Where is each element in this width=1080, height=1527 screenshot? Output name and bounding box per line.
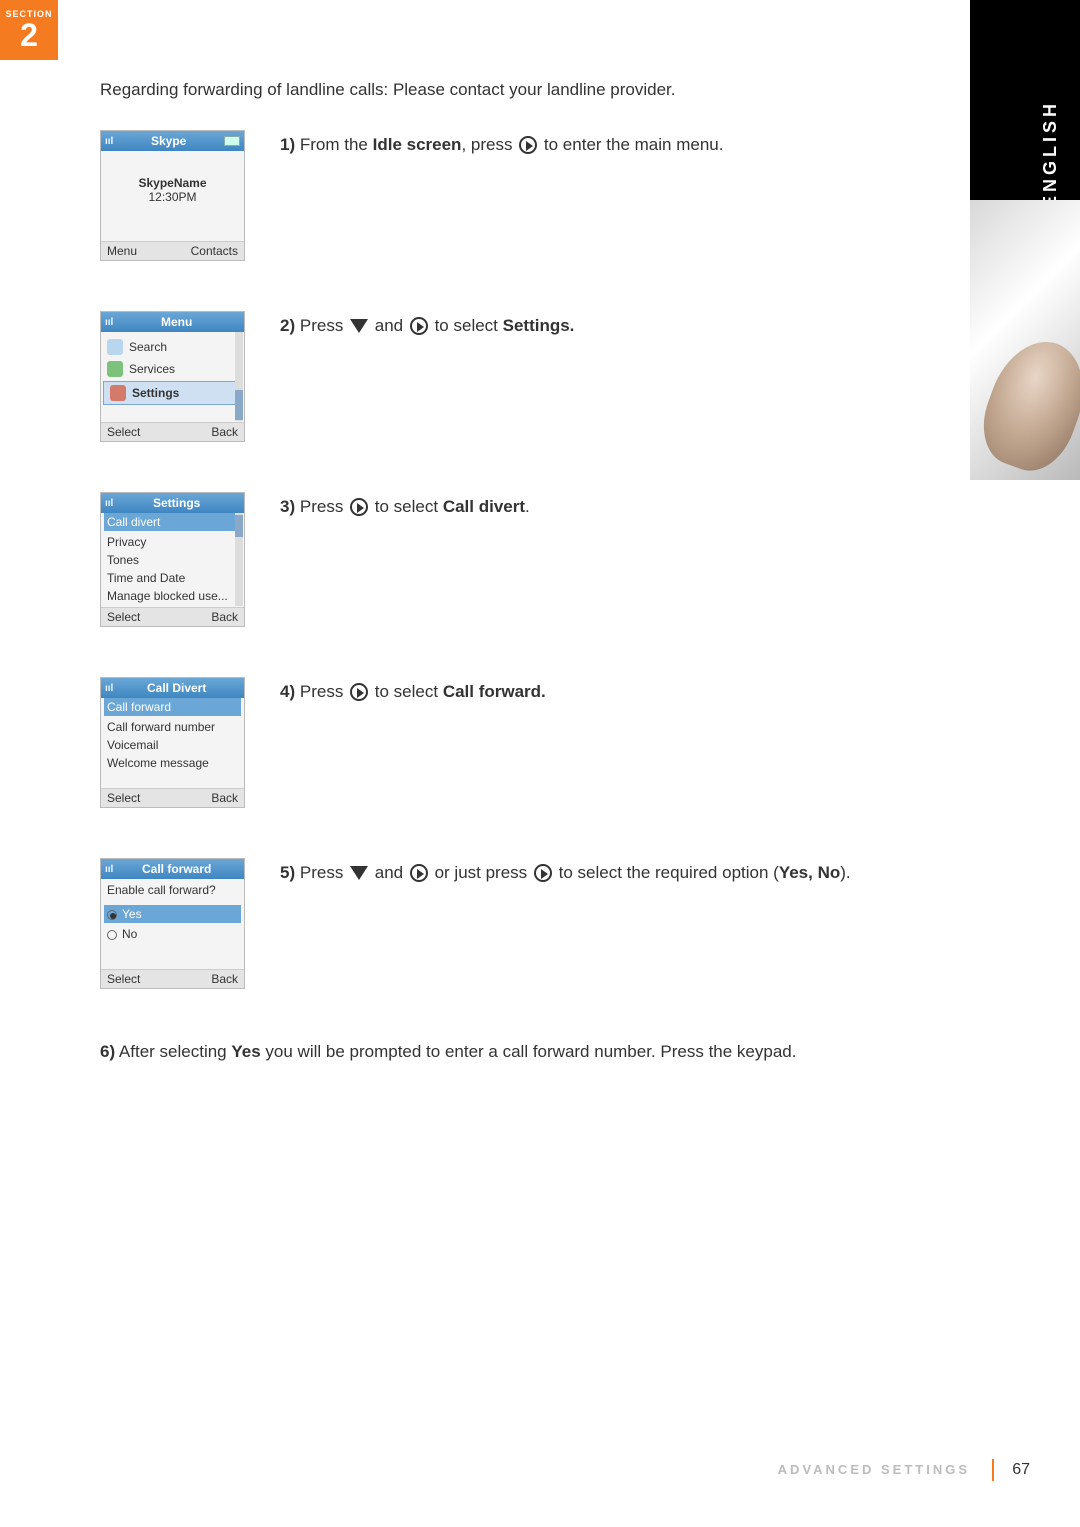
signal-icon: ııl (105, 136, 113, 147)
clock: 12:30PM (101, 190, 244, 204)
step-3-text: 3) Press to select Call divert. (280, 492, 530, 520)
option-selected: Yes (104, 905, 241, 923)
menu-item-selected: Settings (132, 386, 179, 400)
softkey-left: Select (107, 791, 140, 805)
settings-icon (110, 385, 126, 401)
section-tab: SECTION 2 (0, 0, 58, 60)
list-item: Manage blocked use... (107, 587, 238, 605)
lcd-title: Call Divert (113, 681, 240, 695)
list-item: Voicemail (107, 736, 238, 754)
softkey-right: Contacts (191, 244, 238, 258)
step-num: 2) (280, 316, 295, 335)
nav-right-icon (350, 683, 368, 701)
list-item-selected: Call divert (104, 513, 241, 531)
step-4-text: 4) Press to select Call forward. (280, 677, 546, 705)
skype-name: SkypeName (101, 176, 244, 190)
footer-title: ADVANCED SETTINGS (778, 1462, 970, 1477)
signal-icon: ııl (105, 498, 113, 509)
services-icon (107, 361, 123, 377)
signal-icon: ııl (105, 864, 113, 875)
softkey-left: Select (107, 972, 140, 986)
manual-page: SECTION 2 ENGLISH Regarding forwarding o… (0, 0, 1080, 1527)
softkey-right: Back (211, 972, 238, 986)
step-2-text: 2) Press and to select Settings. (280, 311, 574, 339)
softkey-right: Back (211, 425, 238, 439)
list-item: Time and Date (107, 569, 238, 587)
content: Regarding forwarding of landline calls: … (100, 80, 920, 1065)
language-label: ENGLISH (1040, 100, 1061, 208)
lcd-menu: ııl Menu Search Services Settings Select… (100, 311, 245, 442)
step-5-text: 5) Press and or just press to select the… (280, 858, 851, 886)
list-item: Welcome message (107, 754, 238, 772)
lcd-title: Menu (113, 315, 240, 329)
language-tab: ENGLISH (970, 0, 1080, 200)
step-6-text: 6) After selecting Yes you will be promp… (100, 1039, 920, 1065)
step-num: 3) (280, 497, 295, 516)
search-icon (107, 339, 123, 355)
radio-on-icon (107, 910, 117, 920)
step-num: 6) (100, 1042, 115, 1061)
side-photo (970, 200, 1080, 480)
lcd-call-divert: ııl Call Divert Call forward Call forwar… (100, 677, 245, 808)
softkey-left: Menu (107, 244, 137, 258)
lcd-title: Call forward (113, 862, 240, 876)
step-1: ııl Skype SkypeName 12:30PM Menu Contact… (100, 130, 920, 261)
menu-item: Services (129, 362, 175, 376)
lcd-settings: ııl Settings Call divert Privacy Tones T… (100, 492, 245, 627)
softkey-right: Back (211, 791, 238, 805)
menu-item: Search (129, 340, 167, 354)
step-1-text: 1) From the Idle screen, press to enter … (280, 130, 723, 158)
step-num: 5) (280, 863, 295, 882)
option: No (107, 925, 238, 943)
nav-right-icon (534, 864, 552, 882)
lcd-title: Settings (113, 496, 240, 510)
nav-right-icon (350, 498, 368, 516)
list-item: Privacy (107, 533, 238, 551)
step-3: ııl Settings Call divert Privacy Tones T… (100, 492, 920, 627)
signal-icon: ııl (105, 683, 113, 694)
battery-icon (224, 136, 240, 146)
list-item-selected: Call forward (104, 698, 241, 716)
nav-right-icon (410, 864, 428, 882)
intro-text: Regarding forwarding of landline calls: … (100, 80, 920, 100)
section-number: 2 (20, 19, 38, 51)
page-number: 67 (992, 1459, 1030, 1481)
step-4: ııl Call Divert Call forward Call forwar… (100, 677, 920, 808)
nav-down-icon (350, 866, 368, 880)
radio-off-icon (107, 930, 117, 940)
lcd-title: Skype (113, 134, 224, 148)
step-5: ııl Call forward Enable call forward? Ye… (100, 858, 920, 989)
lcd-call-forward: ııl Call forward Enable call forward? Ye… (100, 858, 245, 989)
signal-icon: ııl (105, 317, 113, 328)
nav-right-icon (410, 317, 428, 335)
nav-right-icon (519, 136, 537, 154)
step-num: 1) (280, 135, 295, 154)
softkey-left: Select (107, 425, 140, 439)
list-item: Call forward number (107, 718, 238, 736)
step-2: ııl Menu Search Services Settings Select… (100, 311, 920, 442)
lcd-idle: ııl Skype SkypeName 12:30PM Menu Contact… (100, 130, 245, 261)
softkey-right: Back (211, 610, 238, 624)
step-num: 4) (280, 682, 295, 701)
nav-down-icon (350, 319, 368, 333)
list-item: Tones (107, 551, 238, 569)
softkey-left: Select (107, 610, 140, 624)
prompt-text: Enable call forward? (107, 881, 238, 899)
